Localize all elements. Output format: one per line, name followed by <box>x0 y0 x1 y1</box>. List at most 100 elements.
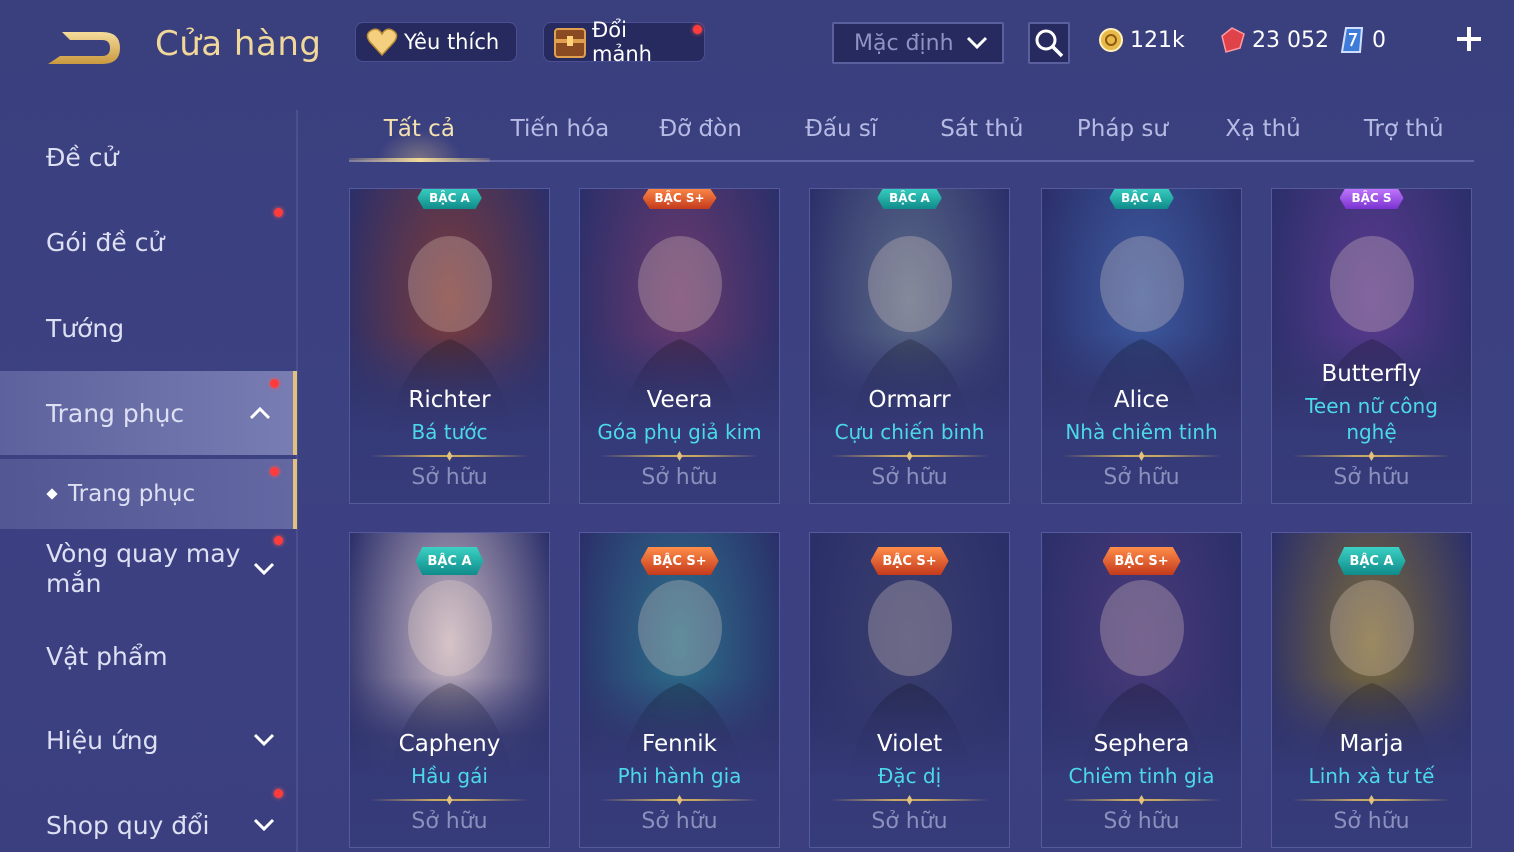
tier-badge: BẬC A <box>417 189 482 209</box>
search-icon <box>1035 29 1064 58</box>
add-currency-button[interactable] <box>1452 22 1486 56</box>
chevron-up-icon <box>249 406 271 420</box>
skin-card[interactable]: BẬC S+ Veera Góa phụ giả kim Sở hữu <box>579 188 780 504</box>
hero-name: Butterfly <box>1321 361 1422 387</box>
tier-badge: BẬC S+ <box>1102 547 1181 575</box>
hero-name: Fennik <box>642 731 717 757</box>
tab-assassin[interactable]: Sát thủ <box>912 104 1053 160</box>
skin-name: Nhà chiêm tinh <box>1065 420 1218 444</box>
favorites-button[interactable]: Yêu thích <box>355 22 517 62</box>
skin-card[interactable]: BẬC A Ormarr Cựu chiến binh Sở hữu <box>809 188 1010 504</box>
tier-badge: BẬC A <box>877 189 942 209</box>
hero-name: Alice <box>1113 387 1170 413</box>
owned-status: Sở hữu <box>411 465 488 490</box>
tier-badge: BẬC A <box>1109 189 1174 209</box>
skin-name: Đặc dị <box>877 764 942 788</box>
sidebar-item-heroes[interactable]: Tướng <box>0 286 297 370</box>
skin-name: Linh xà tư tế <box>1308 764 1435 788</box>
divider-ornament <box>830 799 989 801</box>
exchange-shards-button[interactable]: Đổi mảnh <box>543 18 705 66</box>
tab-mage[interactable]: Pháp sư <box>1052 104 1193 160</box>
gold-coin-icon <box>1099 28 1123 52</box>
hero-name: Marja <box>1339 731 1404 757</box>
skin-card[interactable]: BẬC A Alice Nhà chiêm tinh Sở hữu <box>1041 188 1242 504</box>
tab-marksman[interactable]: Xạ thủ <box>1193 104 1334 160</box>
owned-status: Sở hữu <box>641 809 718 834</box>
skin-name: Góa phụ giả kim <box>597 420 762 444</box>
chevron-down-icon <box>253 562 275 576</box>
divider-ornament <box>1292 455 1451 457</box>
sidebar-item-label: Vòng quay may mắn <box>46 539 241 598</box>
heart-icon <box>364 24 400 60</box>
chevron-down-icon <box>253 733 275 747</box>
tier-badge: BẬC S+ <box>870 547 949 575</box>
sidebar-item-recommended-bundles[interactable]: Gói đề cử <box>0 200 297 284</box>
sidebar-item-exchange-shop[interactable]: Shop quy đổi <box>0 783 297 852</box>
divider-ornament <box>1292 799 1451 801</box>
sidebar-item-effects[interactable]: Hiệu ứng <box>0 698 297 782</box>
sidebar-item-recommended[interactable]: Đề cử <box>0 118 297 196</box>
sidebar-item-lucky-wheel[interactable]: Vòng quay may mắn <box>0 532 297 606</box>
skin-card[interactable]: BẬC A Richter Bá tước Sở hữu <box>349 188 550 504</box>
hero-name: Violet <box>876 731 943 757</box>
notification-dot <box>274 536 283 545</box>
sidebar-item-label: Trang phục <box>68 481 196 507</box>
favorites-label: Yêu thích <box>404 30 500 54</box>
skin-grid: BẬC A Richter Bá tước Sở hữu BẬC S+ Veera Góa … <box>349 188 1474 852</box>
exchange-shards-label: Đổi mảnh <box>592 18 652 66</box>
page-title: Cửa hàng <box>155 24 322 64</box>
skin-name: Cựu chiến binh <box>834 420 985 444</box>
sidebar-subitem-skins[interactable]: Trang phục <box>0 459 297 529</box>
skin-card[interactable]: BẬC S+ Sephera Chiêm tinh gia Sở hữu <box>1041 532 1242 848</box>
tab-tank[interactable]: Đỡ đòn <box>630 104 771 160</box>
divider-ornament <box>830 455 989 457</box>
notification-dot <box>693 25 702 34</box>
skin-name: Teen nữ công nghệ <box>1305 394 1438 444</box>
owned-status: Sở hữu <box>871 465 948 490</box>
role-tabs: Tất cả Tiến hóa Đỡ đòn Đấu sĩ Sát thủ Ph… <box>349 104 1474 162</box>
sidebar-item-items[interactable]: Vật phẩm <box>0 614 297 698</box>
skin-card[interactable]: BẬC S Butterfly Teen nữ công nghệ Sở hữu <box>1271 188 1472 504</box>
search-button[interactable] <box>1028 22 1070 64</box>
tab-support[interactable]: Trợ thủ <box>1333 104 1474 160</box>
sidebar-item-skins[interactable]: Trang phục <box>0 371 297 455</box>
ruby-amount: 23 052 <box>1252 27 1329 53</box>
hero-name: Richter <box>408 387 491 413</box>
tab-evolution[interactable]: Tiến hóa <box>490 104 631 160</box>
owned-status: Sở hữu <box>641 465 718 490</box>
owned-status: Sở hữu <box>871 809 948 834</box>
skin-card[interactable]: BẬC A Capheny Hầu gái Sở hữu <box>349 532 550 848</box>
back-arrow-icon <box>48 32 120 64</box>
notification-dot <box>274 208 283 217</box>
skin-name: Hầu gái <box>411 764 488 788</box>
notification-dot <box>270 379 279 388</box>
voucher-icon <box>1340 27 1364 53</box>
skin-name: Bá tước <box>411 420 488 444</box>
divider-ornament <box>370 799 529 801</box>
notification-dot <box>270 467 279 476</box>
tier-badge: BẬC S+ <box>640 547 719 575</box>
back-button[interactable] <box>44 26 124 70</box>
sidebar-item-label: Hiệu ứng <box>46 725 159 755</box>
ruby-icon <box>1221 27 1245 53</box>
owned-status: Sở hữu <box>1103 809 1180 834</box>
skin-name: Chiêm tinh gia <box>1068 764 1215 788</box>
skin-card[interactable]: BẬC A Marja Linh xà tư tế Sở hữu <box>1271 532 1472 848</box>
tier-badge: BẬC S+ <box>642 189 717 209</box>
divider-ornament <box>600 455 759 457</box>
tab-all[interactable]: Tất cả <box>349 104 490 162</box>
skin-card[interactable]: BẬC S+ Fennik Phi hành gia Sở hữu <box>579 532 780 848</box>
divider-ornament <box>600 799 759 801</box>
skin-card[interactable]: BẬC S+ Violet Đặc dị Sở hữu <box>809 532 1010 848</box>
gold-currency: 121k <box>1098 22 1185 58</box>
hero-name: Capheny <box>398 731 501 757</box>
owned-status: Sở hữu <box>1103 465 1180 490</box>
tier-badge: BẬC A <box>1337 547 1406 575</box>
sidebar-item-label: Trang phục <box>46 398 185 428</box>
tab-warrior[interactable]: Đấu sĩ <box>771 104 912 160</box>
ruby-currency: 23 052 <box>1218 22 1329 58</box>
sort-dropdown[interactable]: Mặc định <box>832 22 1004 64</box>
tier-badge: BẬC S <box>1339 189 1404 209</box>
voucher-currency: 0 <box>1340 22 1386 58</box>
bullet-icon <box>46 488 58 500</box>
